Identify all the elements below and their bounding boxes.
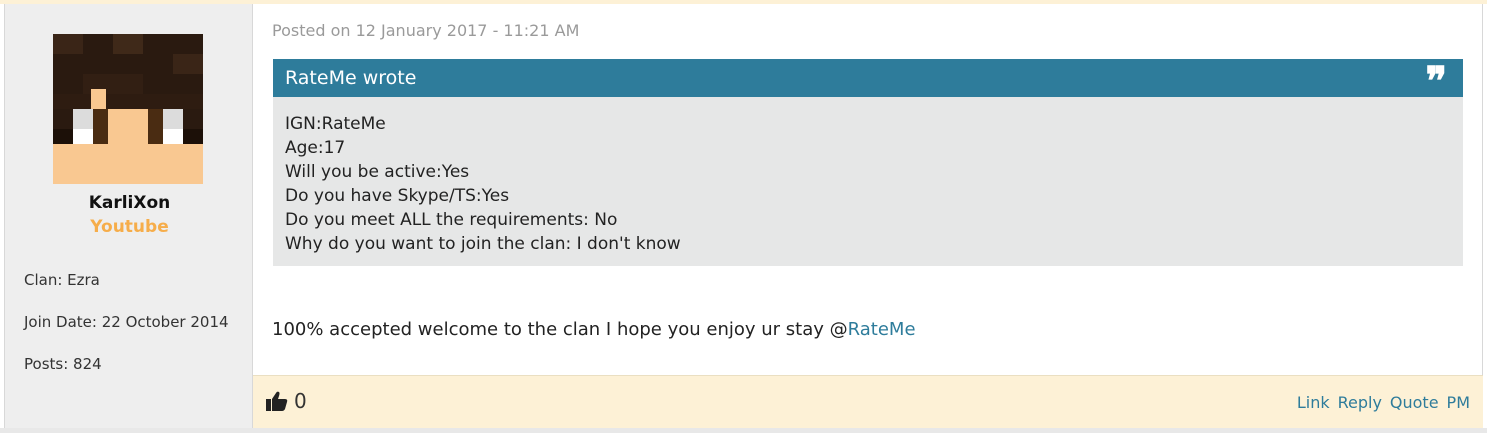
post-message: 100% accepted welcome to the clan I hope…: [272, 319, 916, 340]
post-date: Posted on 12 January 2017 - 11:21 AM: [272, 21, 580, 40]
author-join-date: Join Date: 22 October 2014: [24, 313, 229, 331]
author-sidebar: KarliXon Youtube Clan: Ezra Join Date: 2…: [4, 4, 253, 428]
quote-body: IGN:RateMe Age:17 Will you be active:Yes…: [273, 97, 1463, 266]
quote-line: Why do you want to join the clan: I don'…: [285, 234, 681, 254]
quote-line: Do you have Skype/TS:Yes: [285, 186, 510, 206]
post-actions: Link Reply Quote PM: [1297, 393, 1470, 412]
post-content: Posted on 12 January 2017 - 11:21 AM Rat…: [253, 4, 1483, 428]
like-count: 0: [294, 389, 307, 413]
link-action[interactable]: Link: [1297, 393, 1330, 412]
like-control[interactable]: 0: [266, 389, 307, 413]
quote-author: RateMe wrote: [285, 67, 417, 89]
quote-line: Will you be active:Yes: [285, 162, 470, 182]
bottom-divider: [0, 428, 1487, 433]
quote-line: Age:17: [285, 138, 346, 158]
author-clan: Clan: Ezra: [24, 271, 100, 289]
quote-icon: ❞: [1425, 58, 1447, 105]
message-text: 100% accepted welcome to the clan I hope…: [272, 319, 848, 340]
forum-post: KarliXon Youtube Clan: Ezra Join Date: 2…: [0, 0, 1487, 433]
quote-action[interactable]: Quote: [1390, 393, 1439, 412]
author-post-count: Posts: 824: [24, 355, 102, 373]
quote-line: IGN:RateMe: [285, 114, 386, 134]
author-title: Youtube: [90, 217, 169, 237]
quote-line: Do you meet ALL the requirements: No: [285, 210, 618, 230]
pm-action[interactable]: PM: [1447, 393, 1470, 412]
quote-header: RateMe wrote ❞: [273, 59, 1463, 102]
post-footer: 0 Link Reply Quote PM: [253, 375, 1483, 428]
user-mention-link[interactable]: RateMe: [848, 319, 916, 340]
avatar[interactable]: [53, 34, 203, 184]
author-name[interactable]: KarliXon: [5, 193, 254, 213]
thumbs-up-icon[interactable]: [266, 391, 288, 411]
reply-action[interactable]: Reply: [1338, 393, 1382, 412]
